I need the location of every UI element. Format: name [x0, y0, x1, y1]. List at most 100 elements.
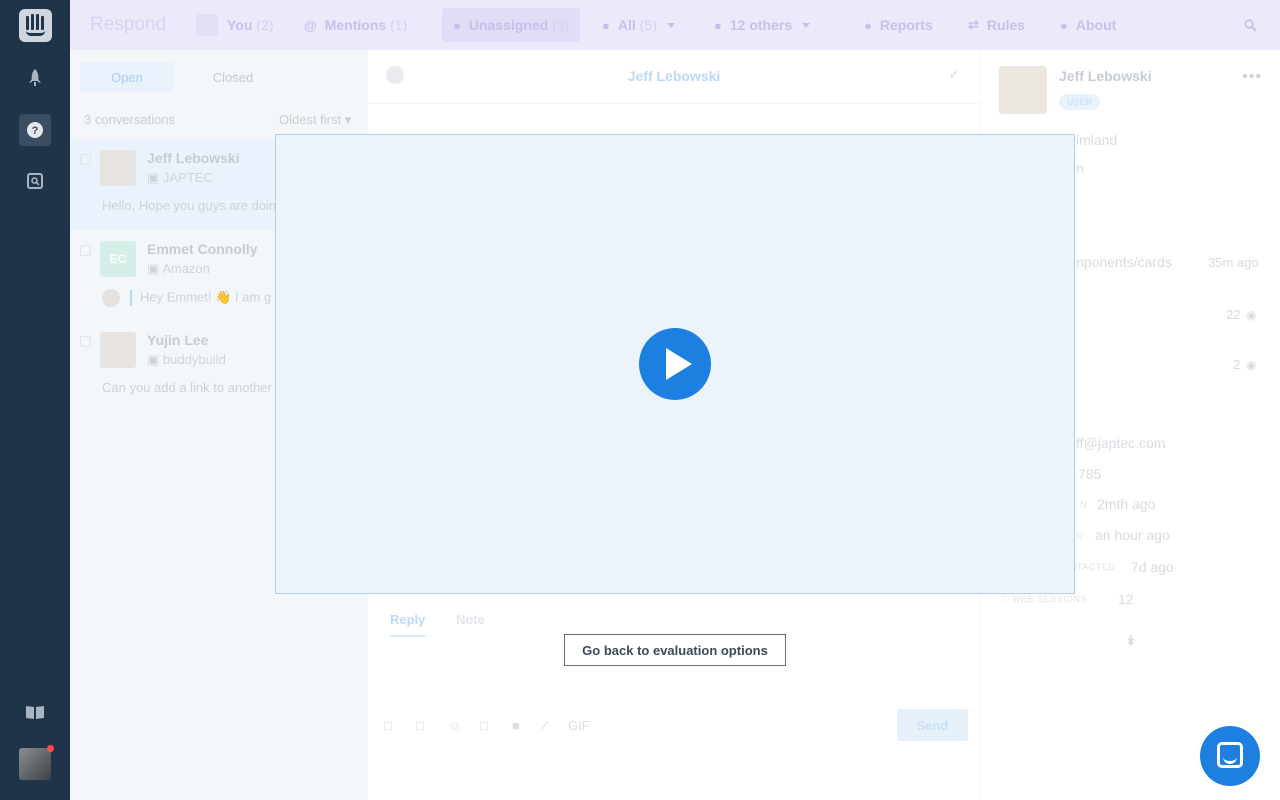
- user-avatar[interactable]: [19, 745, 54, 780]
- chat-icon: [1217, 742, 1243, 768]
- detail-views-count: 22: [1226, 307, 1241, 322]
- chevron-down-icon: ▾: [344, 112, 352, 127]
- detail-views-count: 2: [1233, 357, 1241, 372]
- eye-icon: ◉: [1246, 358, 1257, 372]
- team-icon: ●: [714, 17, 722, 33]
- select-checkbox[interactable]: [80, 245, 91, 256]
- tab-open[interactable]: Open: [80, 62, 174, 92]
- eye-icon: ◉: [1246, 308, 1257, 322]
- svg-text:?: ?: [32, 125, 39, 137]
- nav-reports-label: Reports: [879, 17, 933, 33]
- tab-note[interactable]: Note: [456, 612, 485, 627]
- video-player[interactable]: [275, 134, 1075, 594]
- nav-all[interactable]: ● All (5): [602, 0, 675, 50]
- nav-unassigned-label: Unassigned: [468, 17, 549, 33]
- nav-about-label: About: [1075, 17, 1117, 33]
- user-badge: USER: [1059, 94, 1101, 110]
- detail-page-time: 35m ago: [1208, 255, 1259, 270]
- sort-label: Oldest first: [279, 112, 342, 127]
- nav-you[interactable]: You (2): [196, 0, 274, 50]
- book-icon[interactable]: [19, 696, 51, 728]
- messenger-launcher[interactable]: [1200, 726, 1260, 786]
- nav-unassigned-count: (3): [552, 17, 570, 33]
- send-button[interactable]: Send: [897, 709, 968, 741]
- nav-mentions-label: Mentions: [324, 17, 387, 33]
- nav-reports[interactable]: ● Reports: [864, 0, 933, 50]
- video-icon[interactable]: ■: [512, 718, 520, 733]
- conversation-name: Jeff Lebowski: [147, 150, 240, 166]
- info-icon: ●: [1060, 17, 1068, 33]
- nav-you-label: You: [227, 17, 253, 33]
- search-icon[interactable]: [1244, 0, 1257, 50]
- notification-dot: [47, 745, 54, 752]
- conversation-preview: Hello, Hope you guys are doin: [102, 198, 277, 213]
- detail-email: ff@japtec.com: [1076, 435, 1166, 451]
- search-doc-icon[interactable]: [19, 165, 51, 197]
- detail-page: nponents/cards: [1076, 254, 1172, 270]
- conversation-header: Jeff Lebowski ✓: [368, 50, 980, 104]
- nav-rules[interactable]: ⇄ Rules: [968, 0, 1025, 50]
- saved-reply-icon[interactable]: □: [416, 718, 424, 733]
- more-options-icon[interactable]: •••: [1242, 68, 1262, 86]
- attach-file-icon[interactable]: ∕: [544, 718, 546, 733]
- tab-closed[interactable]: Closed: [186, 62, 280, 92]
- play-button[interactable]: [639, 328, 711, 400]
- nav-all-count: (5): [639, 17, 657, 33]
- status-tabs: Open Closed: [80, 62, 358, 92]
- nav-mentions[interactable]: @ Mentions (1): [304, 0, 407, 50]
- nav-all-label: All: [617, 17, 636, 33]
- conversation-preview: Hey Emmet! 👋 I am g: [102, 289, 271, 307]
- chevron-down-icon: [802, 22, 811, 28]
- select-checkbox[interactable]: [80, 154, 91, 165]
- company-label: JAPTEC: [162, 170, 213, 185]
- image-icon[interactable]: □: [480, 718, 488, 733]
- go-back-button[interactable]: Go back to evaluation options: [564, 634, 786, 666]
- avatar: EC: [100, 241, 136, 277]
- note-bar: [130, 290, 132, 306]
- detail-location: imland: [1076, 132, 1118, 148]
- web-sessions-row: □ WEB SESSIONS: [1003, 594, 1087, 604]
- conversation-company: ▣ buddybuild: [147, 352, 226, 367]
- rocket-icon[interactable]: [19, 62, 51, 94]
- conversation-name: Yujin Lee: [147, 332, 209, 348]
- nav-mentions-count: (1): [390, 17, 408, 33]
- company-label: Amazon: [162, 261, 210, 276]
- gif-button[interactable]: GIF: [568, 718, 590, 733]
- nav-others[interactable]: ● 12 others: [714, 0, 811, 50]
- expand-icon[interactable]: ↡: [1125, 632, 1137, 649]
- intercom-logo-icon[interactable]: [19, 9, 52, 42]
- detail-last-seen: an hour ago: [1095, 527, 1170, 543]
- conversation-title: Jeff Lebowski: [627, 68, 721, 84]
- detail-last-contacted: 7d ago: [1131, 559, 1174, 575]
- detail-label: WEB SESSIONS: [1011, 594, 1087, 604]
- nav-others-label: 12 others: [729, 17, 793, 33]
- user-name: Jeff Lebowski: [1059, 68, 1152, 84]
- sort-dropdown[interactable]: Oldest first ▾: [279, 112, 351, 128]
- nav-about[interactable]: ● About: [1060, 0, 1116, 50]
- conversation-company: ▣ JAPTEC: [147, 170, 213, 185]
- detail-line: n: [1076, 160, 1084, 176]
- help-icon[interactable]: ?: [19, 114, 51, 146]
- avatar: [102, 289, 120, 307]
- detail-signed-up: 2mth ago: [1097, 496, 1156, 512]
- topbar: Respond You (2) @ Mentions (1) ● Unassigne…: [70, 0, 1280, 50]
- avatar: [196, 14, 218, 36]
- chevron-down-icon: [666, 22, 675, 28]
- check-icon[interactable]: ✓: [948, 66, 960, 83]
- tab-reply[interactable]: Reply: [390, 612, 426, 637]
- company-label: buddybuild: [162, 352, 226, 367]
- conversation-company: ▣ Amazon: [147, 261, 210, 276]
- person-icon: ●: [453, 17, 461, 33]
- nav-you-count: (2): [256, 17, 274, 33]
- shuffle-icon: ⇄: [968, 17, 979, 32]
- attachment-icon[interactable]: □: [384, 718, 392, 733]
- left-rail: ?: [0, 0, 70, 800]
- emoji-icon[interactable]: ☺: [448, 718, 461, 733]
- detail-user-id: 785: [1078, 466, 1102, 482]
- detail-label: NTACTED: [1070, 562, 1116, 572]
- nav-unassigned[interactable]: ● Unassigned (3): [453, 0, 569, 50]
- detail-web-sessions: 12: [1118, 591, 1134, 607]
- avatar: [999, 66, 1047, 114]
- select-checkbox[interactable]: [80, 336, 91, 347]
- conversation-preview: Can you add a link to another: [102, 380, 272, 395]
